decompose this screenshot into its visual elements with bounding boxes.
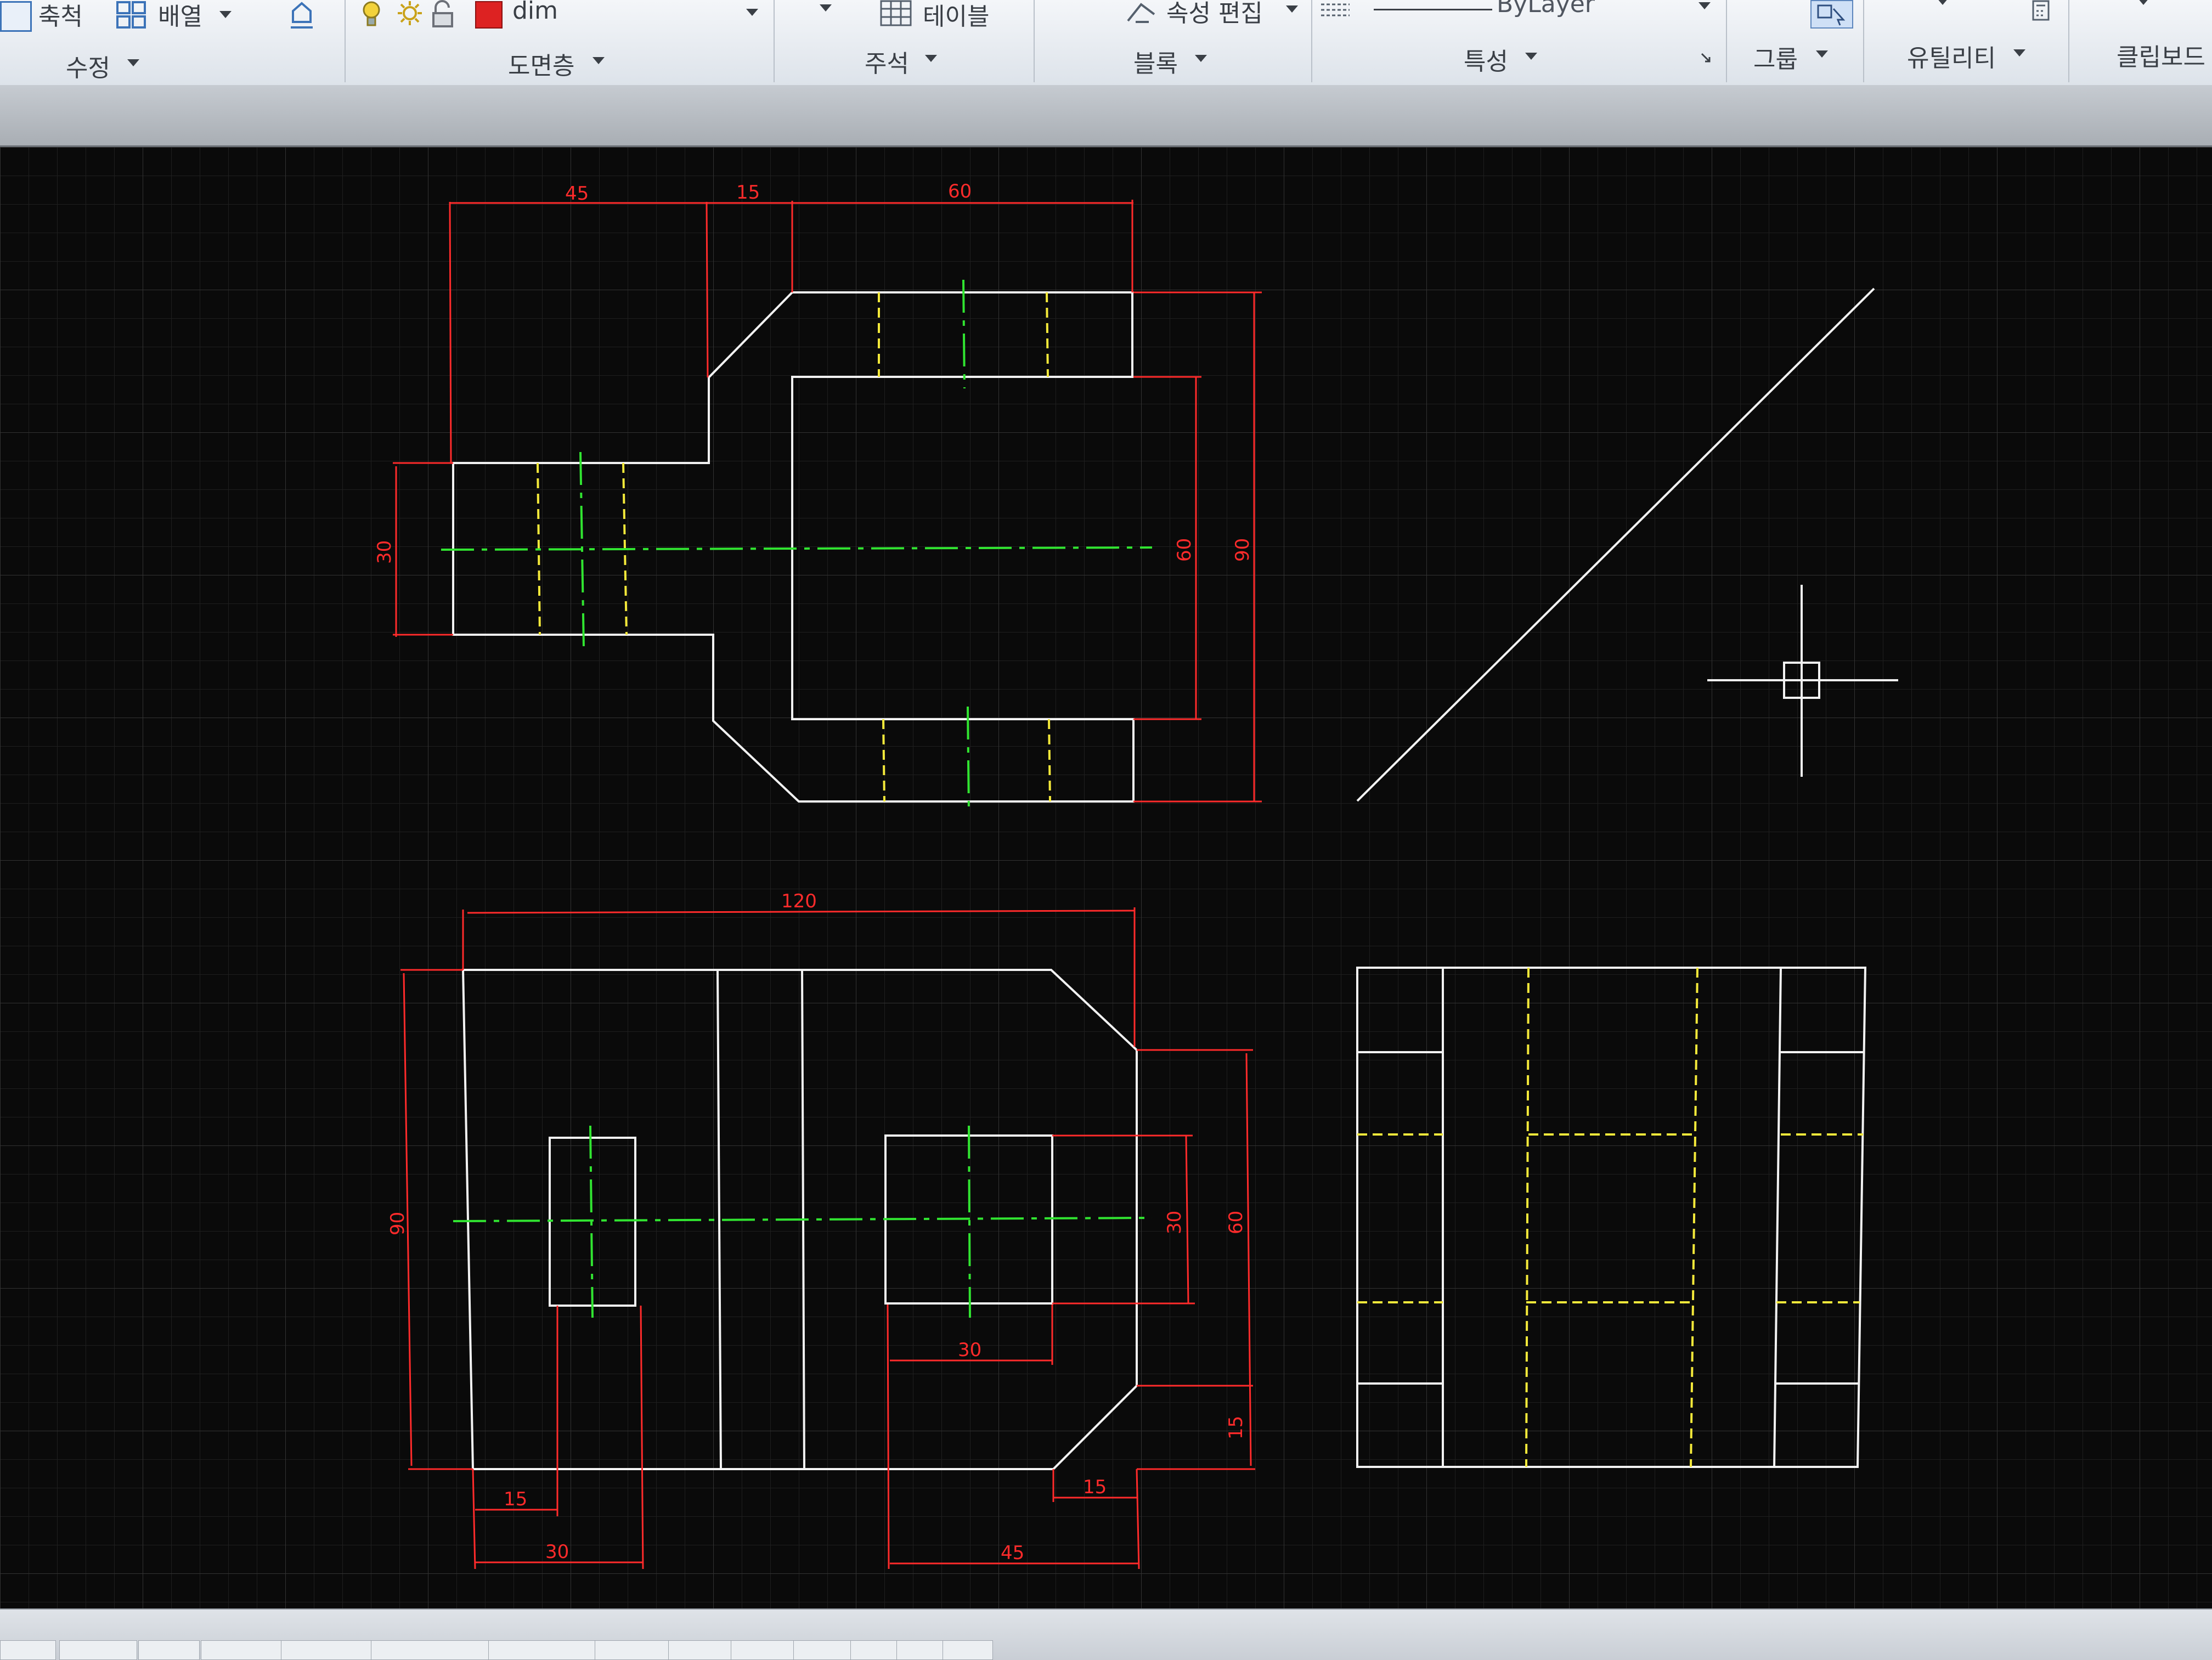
status-toggle-lwt[interactable] — [731, 1640, 798, 1660]
block-panel-label[interactable]: 블록 — [1133, 44, 1178, 79]
ribbon: 축척 배열 수정 dim 도면층 테이블 주석 속성 편집 블록 ByLayer… — [0, 0, 2212, 86]
calculator-icon[interactable] — [2030, 0, 2052, 22]
status-toggle-ortho[interactable] — [201, 1640, 284, 1660]
annotation-panel-label[interactable]: 주석 — [865, 44, 909, 79]
groups-panel-label[interactable]: 그룹 — [1753, 39, 1798, 75]
layer-color-swatch[interactable] — [475, 1, 503, 29]
scale-icon[interactable] — [0, 1, 32, 32]
dim-front-30-vert: 30 — [1164, 1211, 1186, 1234]
utilities-panel-expand-icon[interactable] — [2013, 49, 2025, 57]
lightbulb-icon[interactable] — [359, 0, 383, 30]
lineweight-icon[interactable] — [1319, 0, 1352, 22]
status-toggle-qp[interactable] — [850, 1640, 901, 1660]
status-toggle-model[interactable] — [0, 1640, 56, 1660]
paste-dropdown-icon[interactable] — [2137, 0, 2149, 5]
dim-front-120: 120 — [781, 890, 817, 912]
block-panel-expand-icon[interactable] — [1195, 55, 1207, 62]
current-layer-name[interactable]: dim — [512, 0, 558, 25]
linetype-dropdown-icon[interactable] — [1699, 2, 1711, 9]
status-toggle-dyn[interactable] — [668, 1640, 735, 1660]
dim-front-60-vert: 60 — [1225, 1211, 1247, 1234]
drawing-grid — [0, 147, 2212, 1608]
status-toggle-am[interactable] — [943, 1640, 993, 1660]
dim-top-60: 60 — [948, 180, 972, 202]
measure-dropdown-icon[interactable] — [1937, 0, 1949, 5]
match-layer-icon[interactable] — [285, 0, 318, 31]
dim-front-15-a: 15 — [504, 1488, 527, 1510]
dim-top-30: 30 — [374, 540, 396, 564]
text-style-dropdown-icon[interactable] — [820, 4, 832, 12]
dim-front-45: 45 — [1001, 1542, 1024, 1564]
status-toggle-ducs[interactable] — [595, 1640, 673, 1660]
status-toggle-otrack[interactable] — [488, 1640, 599, 1660]
annotation-panel-expand-icon[interactable] — [925, 55, 937, 62]
array-dropdown-icon[interactable] — [219, 11, 232, 18]
dim-front-90: 90 — [387, 1212, 409, 1235]
scale-button-label[interactable]: 축척 — [38, 0, 83, 32]
utilities-panel-label[interactable]: 유틸리티 — [1907, 38, 1996, 74]
panel-divider — [1863, 0, 1864, 82]
clipboard-panel-label[interactable]: 클립보드 — [2117, 37, 2205, 72]
panel-divider — [345, 0, 346, 82]
panel-divider — [774, 0, 775, 82]
edit-attributes-label[interactable]: 속성 편집 — [1166, 0, 1263, 29]
groups-panel-expand-icon[interactable] — [1816, 50, 1828, 58]
properties-panel-expand-icon[interactable] — [1525, 53, 1537, 60]
table-icon[interactable] — [880, 0, 912, 27]
panel-divider — [1726, 0, 1727, 82]
drawing-canvas[interactable]: 45 15 60 30 60 90 120 90 30 60 15 15 30 … — [0, 147, 2212, 1608]
layer-dropdown-icon[interactable] — [746, 9, 758, 16]
dim-front-15-b: 15 — [1083, 1476, 1107, 1498]
dim-front-30-b: 30 — [958, 1339, 981, 1361]
panel-divider — [2068, 0, 2069, 82]
modify-panel-label[interactable]: 수정 — [66, 48, 110, 83]
dim-top-15: 15 — [736, 182, 760, 204]
lock-icon[interactable] — [430, 0, 458, 30]
properties-launcher-icon[interactable] — [1700, 52, 1712, 64]
linetype-preview-line — [1374, 9, 1492, 10]
dim-top-90: 90 — [1232, 538, 1254, 562]
modify-panel-expand-icon[interactable] — [127, 59, 139, 66]
table-button-label[interactable]: 테이블 — [923, 0, 989, 32]
dim-front-15-vert: 15 — [1225, 1416, 1247, 1439]
panel-divider — [1034, 0, 1035, 82]
edit-attributes-dropdown-icon[interactable] — [1286, 5, 1298, 13]
dim-top-60-vert: 60 — [1173, 538, 1195, 562]
dim-front-30-a: 30 — [545, 1541, 569, 1563]
array-button-label[interactable]: 배열 — [158, 0, 202, 32]
properties-panel-label[interactable]: 특성 — [1464, 42, 1508, 77]
file-tab-bar — [0, 85, 2212, 147]
array-icon[interactable] — [116, 1, 147, 30]
linetype-value[interactable]: ByLayer — [1497, 0, 1595, 18]
status-toggle-grid[interactable] — [59, 1640, 137, 1660]
edit-attributes-icon[interactable] — [1125, 0, 1158, 25]
status-toggle-tpy[interactable] — [793, 1640, 855, 1660]
layers-panel-expand-icon[interactable] — [592, 57, 605, 64]
group-select-icon[interactable] — [1810, 0, 1853, 29]
sun-icon[interactable] — [395, 0, 425, 30]
status-toggle-snap[interactable] — [138, 1640, 200, 1660]
status-toggle-polar[interactable] — [281, 1640, 375, 1660]
panel-divider — [1311, 0, 1312, 82]
layers-panel-label[interactable]: 도면층 — [508, 46, 574, 81]
status-toggle-sc[interactable] — [896, 1640, 947, 1660]
dim-top-45: 45 — [565, 183, 589, 205]
status-toggle-osnap[interactable] — [371, 1640, 493, 1660]
